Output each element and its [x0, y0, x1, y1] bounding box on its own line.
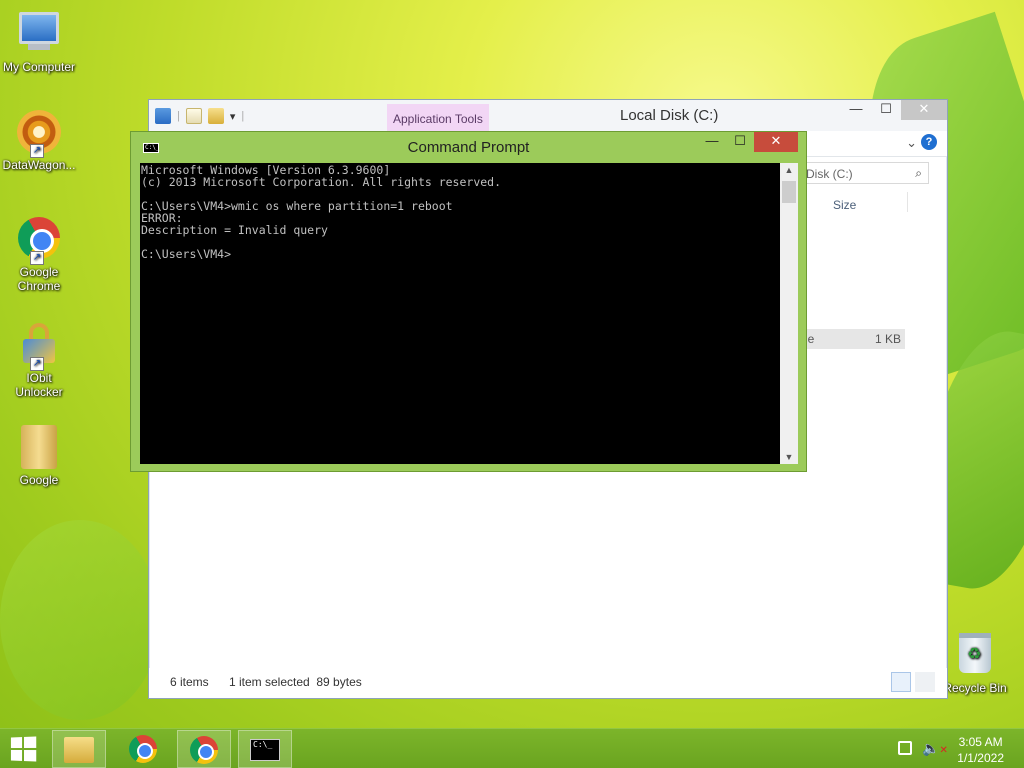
- new-folder-icon[interactable]: [207, 108, 224, 124]
- search-box-text: Disk (C:): [806, 167, 853, 181]
- search-icon[interactable]: ⌕: [915, 166, 922, 181]
- close-button[interactable]: ✕: [754, 132, 798, 152]
- tab-application-tools[interactable]: Application Tools: [387, 104, 489, 131]
- cmd-window-controls: — ☐ ✕: [698, 132, 798, 152]
- large-icons-view-icon[interactable]: [915, 672, 935, 692]
- desktop-icon-datawagon[interactable]: ↗ DataWagon...: [0, 110, 78, 172]
- column-divider[interactable]: [907, 192, 908, 212]
- vertical-scrollbar[interactable]: ▲ ▼: [780, 163, 798, 464]
- expand-ribbon-chevron-icon[interactable]: ⌄: [906, 135, 917, 151]
- scrollbar-thumb[interactable]: [782, 181, 796, 203]
- minimize-button[interactable]: —: [841, 100, 871, 120]
- console-output[interactable]: Microsoft Windows [Version 6.3.9600] (c)…: [140, 163, 780, 464]
- desktop-icon-label: Google Chrome: [17, 265, 61, 293]
- taskbar: C:\_ 🔈✕ 3:05 AM 1/1/2022: [0, 728, 1024, 768]
- new-item-icon[interactable]: [185, 108, 202, 124]
- desktop-icon-label: IObit Unlocker: [15, 371, 63, 399]
- close-button[interactable]: ✕: [901, 100, 947, 120]
- start-button[interactable]: [10, 736, 38, 762]
- mandala-icon: ↗: [16, 110, 62, 158]
- scroll-down-arrow-icon[interactable]: ▼: [780, 452, 798, 462]
- cmd-title-bar[interactable]: C:\_ Command Prompt — ☐ ✕: [131, 132, 806, 163]
- network-icon[interactable]: [898, 741, 912, 755]
- explorer-status-bar: 6 items 1 item selected 89 bytes: [149, 668, 947, 698]
- desktop-icon-my-computer[interactable]: My Computer: [0, 8, 78, 74]
- properties-icon[interactable]: [155, 108, 171, 124]
- clock-date: 1/1/2022: [957, 751, 1004, 765]
- toolbar-separator: |: [177, 110, 180, 122]
- view-switcher: [891, 672, 935, 692]
- explorer-window-title: Local Disk (C:): [620, 107, 719, 124]
- folder-icon: [16, 425, 62, 471]
- console-text: Microsoft Windows [Version 6.3.9600] (c)…: [141, 163, 502, 261]
- shortcut-arrow-icon: ↗: [30, 251, 44, 265]
- taskbar-file-explorer[interactable]: [52, 730, 106, 768]
- desktop-icon-label: DataWagon...: [2, 158, 76, 172]
- file-size-cell: 1 KB: [874, 332, 901, 346]
- wallpaper-glow: [0, 520, 160, 720]
- taskbar-clock[interactable]: 3:05 AM 1/1/2022: [957, 734, 1004, 766]
- scroll-up-arrow-icon[interactable]: ▲: [780, 165, 798, 175]
- taskbar-chrome-2[interactable]: [177, 730, 231, 768]
- status-item-count: 6 items: [170, 675, 209, 689]
- search-box[interactable]: Disk (C:) ⌕: [799, 162, 929, 184]
- column-header-size[interactable]: Size: [833, 198, 856, 212]
- chrome-icon: [129, 735, 157, 763]
- taskbar-chrome[interactable]: [116, 730, 170, 768]
- minimize-button[interactable]: —: [698, 132, 726, 152]
- cmd-icon: C:\_: [250, 739, 280, 761]
- desktop-icon-label: Google: [19, 473, 59, 487]
- shortcut-arrow-icon: ↗: [30, 144, 44, 158]
- chrome-icon: ↗: [16, 217, 62, 265]
- clock-time: 3:05 AM: [958, 735, 1003, 749]
- chrome-icon: [190, 736, 218, 764]
- help-icon[interactable]: ?: [921, 134, 937, 150]
- maximize-button[interactable]: ☐: [871, 100, 901, 120]
- desktop-icon-iobit-unlocker[interactable]: ↗ IObit Unlocker: [0, 320, 78, 399]
- quick-access-toolbar: | ▾ |: [155, 108, 244, 124]
- status-selection: 1 item selected 89 bytes: [229, 675, 362, 689]
- folder-icon: [64, 737, 94, 763]
- customize-toolbar-chevron-icon[interactable]: ▾: [230, 110, 236, 123]
- explorer-window-controls: — ☐ ✕: [841, 100, 947, 120]
- explorer-title-bar[interactable]: | ▾ | Application Tools Local Disk (C:) …: [149, 100, 947, 131]
- unlock-icon: ↗: [16, 323, 62, 371]
- taskbar-command-prompt[interactable]: C:\_: [238, 730, 292, 768]
- desktop-icon-google-folder[interactable]: Google: [0, 425, 78, 487]
- shortcut-arrow-icon: ↗: [30, 357, 44, 371]
- maximize-button[interactable]: ☐: [726, 132, 754, 152]
- volume-muted-icon[interactable]: 🔈✕: [922, 740, 948, 757]
- recycle-bin-icon: [952, 633, 998, 679]
- command-prompt-window[interactable]: C:\_ Command Prompt — ☐ ✕ Microsoft Wind…: [130, 131, 807, 472]
- computer-icon: [16, 12, 62, 58]
- desktop-icon-google-chrome[interactable]: ↗ Google Chrome: [0, 215, 78, 293]
- details-view-icon[interactable]: [891, 672, 911, 692]
- desktop-icon-label: My Computer: [2, 60, 76, 74]
- toolbar-separator: |: [241, 110, 245, 122]
- windows-logo-icon: [10, 737, 23, 749]
